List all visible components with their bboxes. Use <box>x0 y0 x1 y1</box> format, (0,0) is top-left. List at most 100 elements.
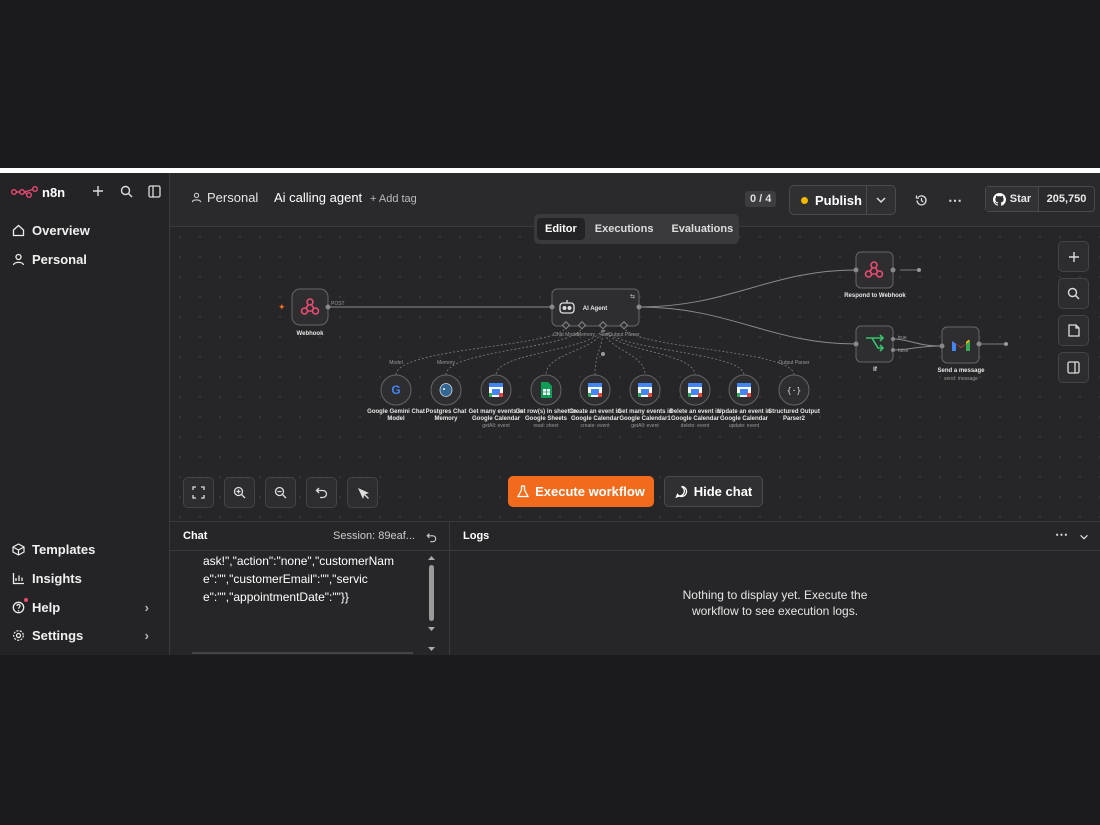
subnode-label: Google Calendar1 <box>619 416 671 422</box>
sidebar-item-help[interactable]: Help › <box>11 596 161 618</box>
connection-agent-if <box>638 306 857 345</box>
chat-input-divider <box>192 652 413 654</box>
subnode-create-event: Create an event in Google Calendar creat… <box>569 374 621 429</box>
subnode-sub: getAll: event <box>482 423 510 429</box>
subnode-label: Google Calendar <box>671 416 720 422</box>
publish-label: Publish <box>815 192 862 208</box>
fullscreen-icon <box>192 486 205 499</box>
fit-view-button[interactable] <box>183 477 214 508</box>
logo[interactable]: n8n <box>11 182 65 202</box>
subnode-label: Update an event in <box>717 409 771 415</box>
more-options-icon[interactable]: ⋯ <box>1055 527 1068 543</box>
zoom-in-icon <box>233 486 246 499</box>
sidebar-toggle-icon[interactable] <box>146 183 162 199</box>
editor-tabs: Editor Executions Evaluations <box>534 214 739 244</box>
subnode-label: Get many events in <box>617 409 672 415</box>
sidebar-item-settings[interactable]: Settings › <box>11 624 161 646</box>
subnode-label: Memory <box>434 416 458 422</box>
chat-panel: Chat Session: 89eaf... ask!","action":"n… <box>170 521 450 655</box>
subnode-label: Google Calendar <box>472 416 521 422</box>
zoom-in-button[interactable] <box>224 477 255 508</box>
reset-session-icon[interactable] <box>426 530 437 548</box>
workflow-name[interactable]: Ai calling agent <box>274 190 362 205</box>
subnode-label: Google Gemini Chat <box>367 409 425 415</box>
templates-icon <box>11 542 25 556</box>
google-calendar-icon <box>489 383 503 397</box>
status-dot <box>801 196 808 204</box>
gmail-label: Send a message <box>937 368 985 374</box>
webhook-label: Webhook <box>297 331 325 337</box>
google-calendar-icon <box>638 383 652 397</box>
chat-title: Chat <box>183 530 208 542</box>
google-icon: G <box>391 383 400 397</box>
if-true-label: true <box>898 335 907 341</box>
subnode-label: Google Sheets <box>525 416 568 422</box>
sidebar: n8n Overview Personal Templates Insights… <box>0 173 170 655</box>
search-icon[interactable] <box>118 183 134 199</box>
magic-wand-icon <box>357 487 369 499</box>
user-icon <box>191 192 202 203</box>
agent-port-memory: Memory <box>577 332 596 338</box>
gmail-sub: send: message <box>944 376 978 382</box>
google-calendar-icon <box>588 383 602 397</box>
subnode-sheets: Get row(s) in sheet in Google Sheets rea… <box>515 374 577 429</box>
sidebar-item-label: Templates <box>32 541 96 557</box>
more-options-icon[interactable]: ⋯ <box>948 192 962 208</box>
hide-chat-label: Hide chat <box>693 484 753 499</box>
search-nodes-button[interactable] <box>1058 278 1089 309</box>
hide-chat-button[interactable]: Hide chat <box>664 476 763 507</box>
tab-editor[interactable]: Editor <box>537 218 585 240</box>
sticky-note-button[interactable] <box>1058 315 1089 346</box>
github-star-label: Star <box>1009 193 1032 205</box>
gear-icon <box>11 628 25 642</box>
subnode-gemini: G Google Gemini Chat Model <box>367 374 425 422</box>
subnode-get-events-1: Get many events in Google Calendar1 getA… <box>617 374 673 429</box>
sidebar-item-label: Help <box>32 599 61 615</box>
subnode-output-parser: {·} Structured Output Parser2 <box>768 374 820 422</box>
webhook-port-label: POST <box>331 301 345 307</box>
sticky-note-icon <box>1067 324 1080 337</box>
n8n-app: n8n Overview Personal Templates Insights… <box>0 173 1100 655</box>
chevron-down-icon[interactable] <box>1078 530 1090 548</box>
node-if: true false If <box>853 325 909 373</box>
workflow-canvas[interactable]: ✦ POST Webhook AI Agent ⇆ Chat Model Mem… <box>170 214 1100 521</box>
add-icon <box>1068 251 1079 262</box>
logs-title: Logs <box>463 530 490 542</box>
chat-message: ask!","action":"none","customerName":"",… <box>203 554 394 604</box>
subnode-label: Create an event in <box>569 409 621 415</box>
panel-toggle-button[interactable] <box>1058 352 1089 383</box>
github-icon <box>992 192 1006 206</box>
respond-label: Respond to Webhook <box>844 293 906 299</box>
sidebar-item-personal[interactable]: Personal <box>11 248 87 270</box>
subnode-sub: create: event <box>581 423 611 429</box>
add-tag-button[interactable]: + Add tag <box>370 193 417 205</box>
subconnection <box>623 325 795 376</box>
tab-executions[interactable]: Executions <box>587 218 662 240</box>
google-calendar-icon <box>688 383 702 397</box>
if-false-label: false <box>898 348 909 354</box>
sidebar-item-label: Overview <box>32 222 90 238</box>
zoom-out-button[interactable] <box>265 477 296 508</box>
session-id: Session: 89eaf... <box>333 530 415 542</box>
breadcrumb[interactable]: Personal <box>191 190 258 205</box>
chevron-down-icon[interactable] <box>874 193 888 207</box>
project-name: Personal <box>207 190 259 205</box>
publish-button[interactable]: Publish <box>789 185 896 215</box>
sidebar-item-templates[interactable]: Templates <box>11 538 161 560</box>
help-icon <box>11 598 28 614</box>
sidebar-item-overview[interactable]: Overview <box>11 219 90 241</box>
sidebar-item-insights[interactable]: Insights <box>11 567 161 589</box>
add-node-button[interactable] <box>1058 241 1089 272</box>
subnode-label: Get row(s) in sheet in <box>515 409 576 415</box>
history-icon[interactable] <box>914 193 928 207</box>
chart-icon <box>11 571 25 585</box>
execute-workflow-button[interactable]: Execute workflow <box>508 476 654 507</box>
undo-button[interactable] <box>306 477 337 508</box>
tab-evaluations[interactable]: Evaluations <box>663 218 741 240</box>
tidy-up-button[interactable] <box>347 477 378 508</box>
app-name: n8n <box>42 184 66 200</box>
chat-scrollbar[interactable] <box>425 553 438 651</box>
github-star-button[interactable]: Star 205,750 <box>985 186 1095 212</box>
subnode-delete-event: Delete an event in Google Calendar delet… <box>669 374 721 429</box>
add-icon[interactable] <box>90 183 106 199</box>
